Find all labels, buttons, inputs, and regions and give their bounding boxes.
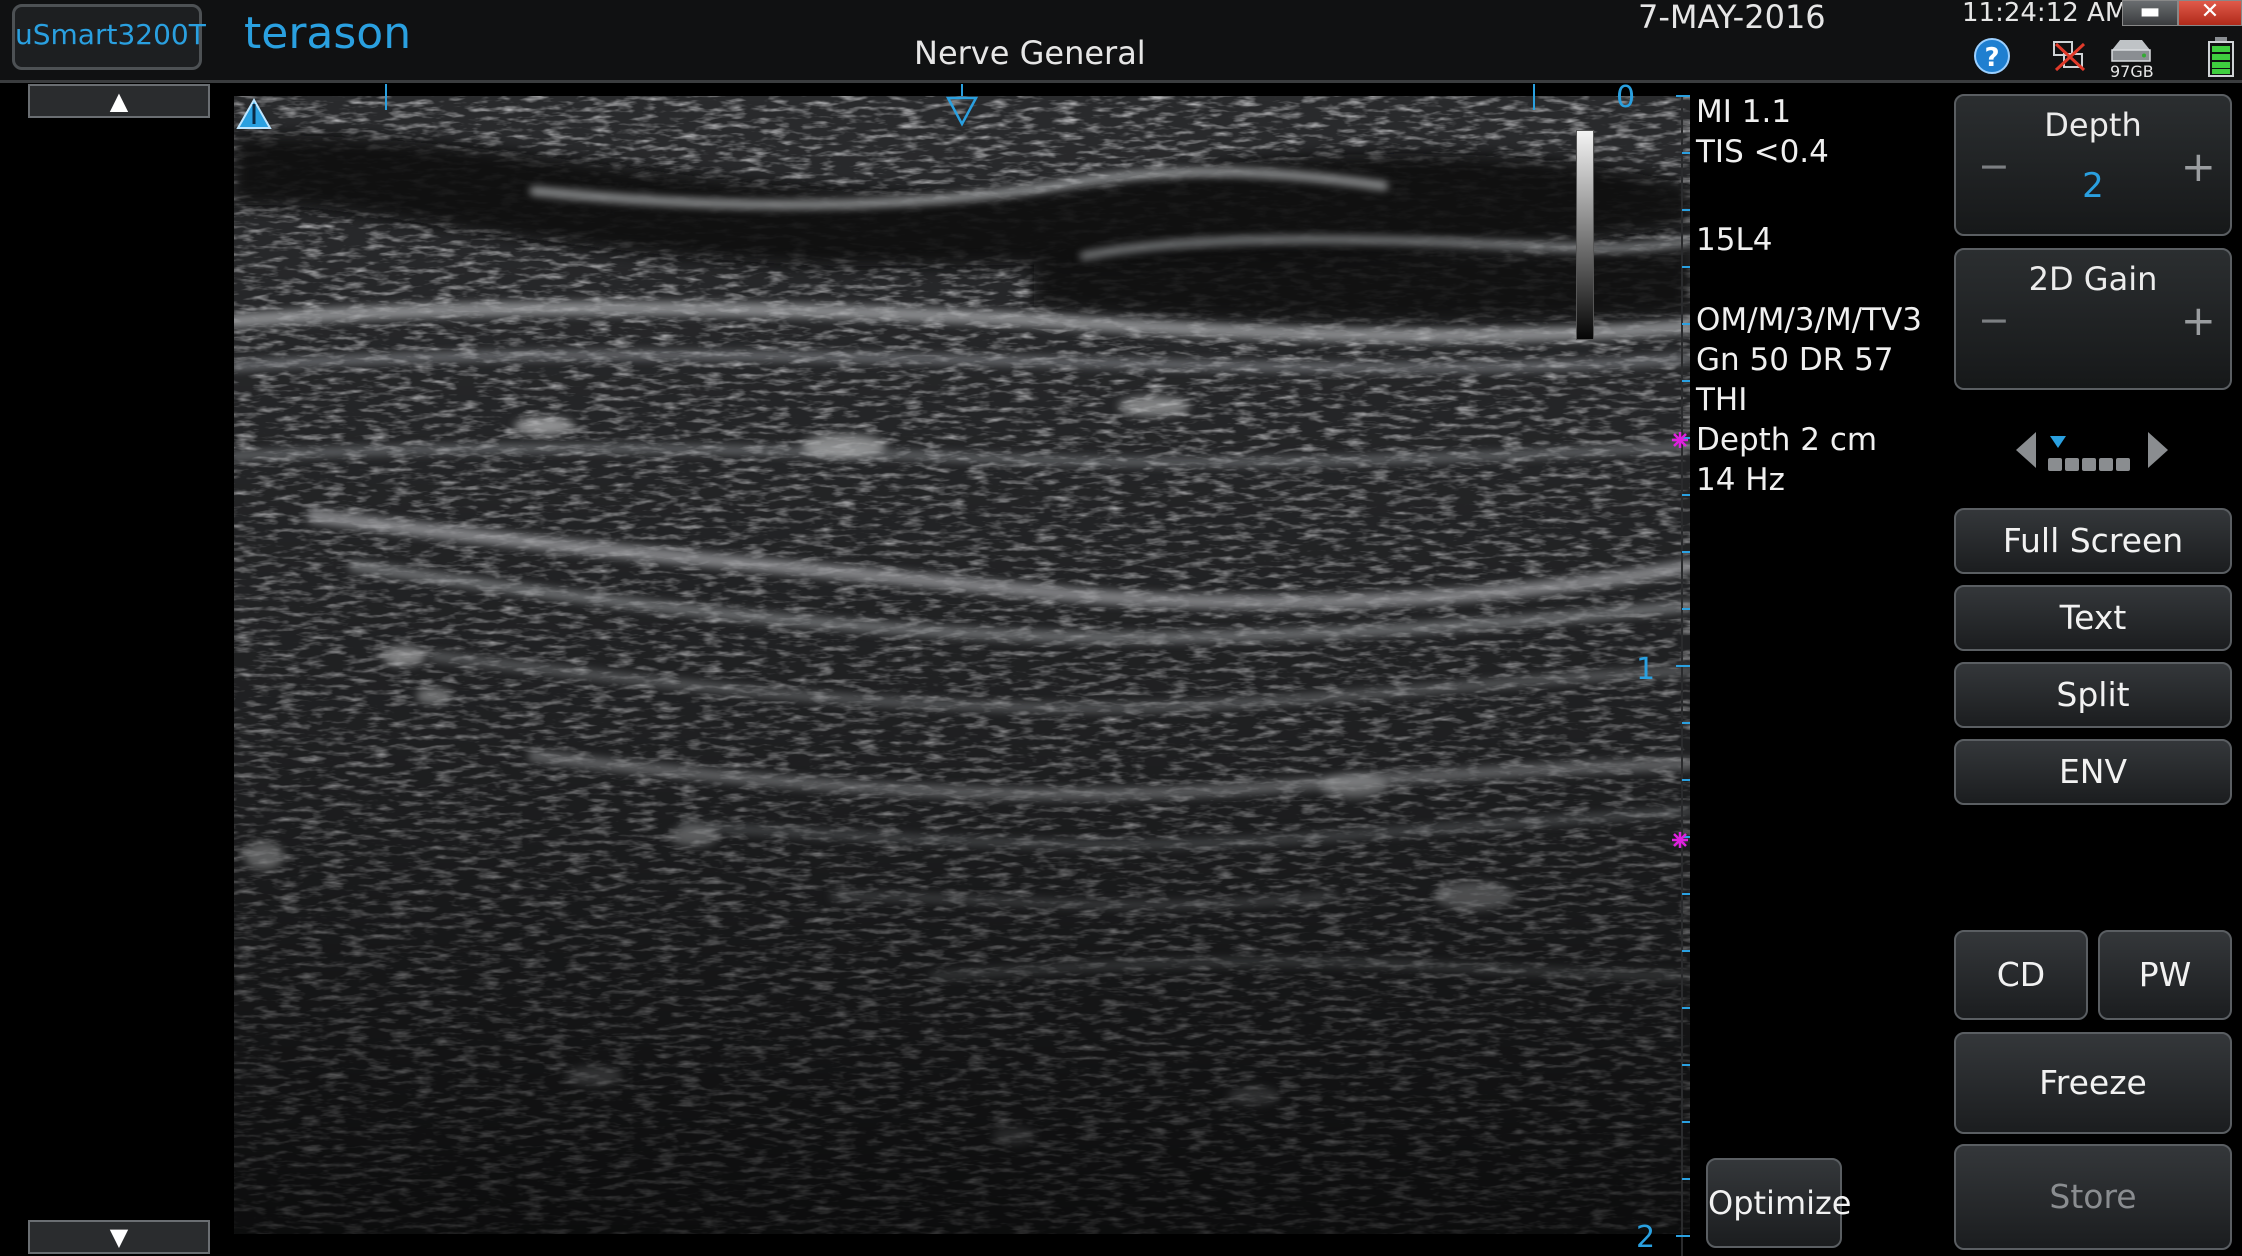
close-button[interactable]: ✕ [2178, 0, 2242, 26]
probe-model: 15L4 [1696, 222, 1773, 258]
battery-icon [2208, 37, 2234, 77]
scroll-down-button[interactable]: ▼ [28, 1220, 210, 1254]
thermal-index: TIS <0.4 [1696, 134, 1829, 170]
color-doppler-button[interactable]: CD [1954, 930, 2088, 1020]
depth-control[interactable]: Depth − 2 + [1954, 94, 2232, 236]
page-dot[interactable] [2082, 458, 2096, 471]
model-badge[interactable]: uSmart3200T [12, 4, 206, 70]
full-screen-button[interactable]: Full Screen [1954, 508, 2232, 574]
freeze-button[interactable]: Freeze [1954, 1032, 2232, 1134]
ultrasound-image[interactable] [234, 96, 1690, 1234]
depth-scale-label-1: 1 [1636, 652, 1656, 687]
date-display: 7-MAY-2016 [1638, 0, 1826, 36]
gain-increase-button[interactable]: + [2181, 296, 2216, 345]
page-indicator [2048, 456, 2144, 472]
gain-2d-title: 2D Gain [2028, 260, 2158, 298]
env-button[interactable]: ENV [1954, 739, 2232, 805]
storage-capacity: 97GB [2110, 62, 2154, 81]
split-button[interactable]: Split [1954, 662, 2232, 728]
text-button[interactable]: Text [1954, 585, 2232, 651]
page-dot[interactable] [2065, 458, 2079, 471]
page-dot[interactable] [2099, 458, 2113, 471]
gain-dynamic-range: Gn 50 DR 57 [1696, 342, 1894, 378]
depth-scale-label-2: 2 [1636, 1220, 1656, 1255]
page-right-arrow-icon[interactable] [2148, 432, 2168, 468]
depth-control-title: Depth [2044, 106, 2142, 144]
network-disconnected-icon[interactable] [2050, 38, 2088, 76]
brand-logo: terason [244, 8, 412, 59]
preset-title[interactable]: Nerve General [914, 34, 1146, 72]
time-display: 11:24:12 AM [1962, 0, 2128, 28]
gain-decrease-button[interactable]: − [1978, 298, 2010, 342]
pulsed-wave-button[interactable]: PW [2098, 930, 2232, 1020]
gain-2d-control[interactable]: 2D Gain − + [1954, 248, 2232, 390]
page-left-arrow-icon[interactable] [2016, 432, 2036, 468]
imaging-settings: OM/M/3/M/TV3 [1696, 302, 1923, 338]
minimize-button[interactable]: ▬ [2122, 0, 2178, 26]
storage-drive-icon[interactable] [2108, 38, 2154, 64]
mechanical-index: MI 1.1 [1696, 94, 1792, 130]
page-current-marker-icon [2050, 436, 2066, 448]
optimize-button[interactable]: Optimize [1706, 1158, 1851, 1248]
depth-scale-label-0: 0 [1616, 80, 1636, 115]
scroll-up-button[interactable]: ▲ [28, 84, 210, 118]
page-dot[interactable] [2048, 458, 2062, 471]
grayscale-bar [1576, 130, 1594, 340]
page-dot[interactable] [2116, 458, 2130, 471]
depth-increase-button[interactable]: + [2181, 142, 2216, 191]
thi-indicator: THI [1696, 382, 1748, 418]
store-button[interactable]: Store [1954, 1144, 2232, 1250]
depth-readout: Depth 2 cm [1696, 422, 1878, 458]
frame-rate: 14 Hz [1696, 462, 1785, 498]
help-icon[interactable]: ? [1974, 38, 2010, 74]
